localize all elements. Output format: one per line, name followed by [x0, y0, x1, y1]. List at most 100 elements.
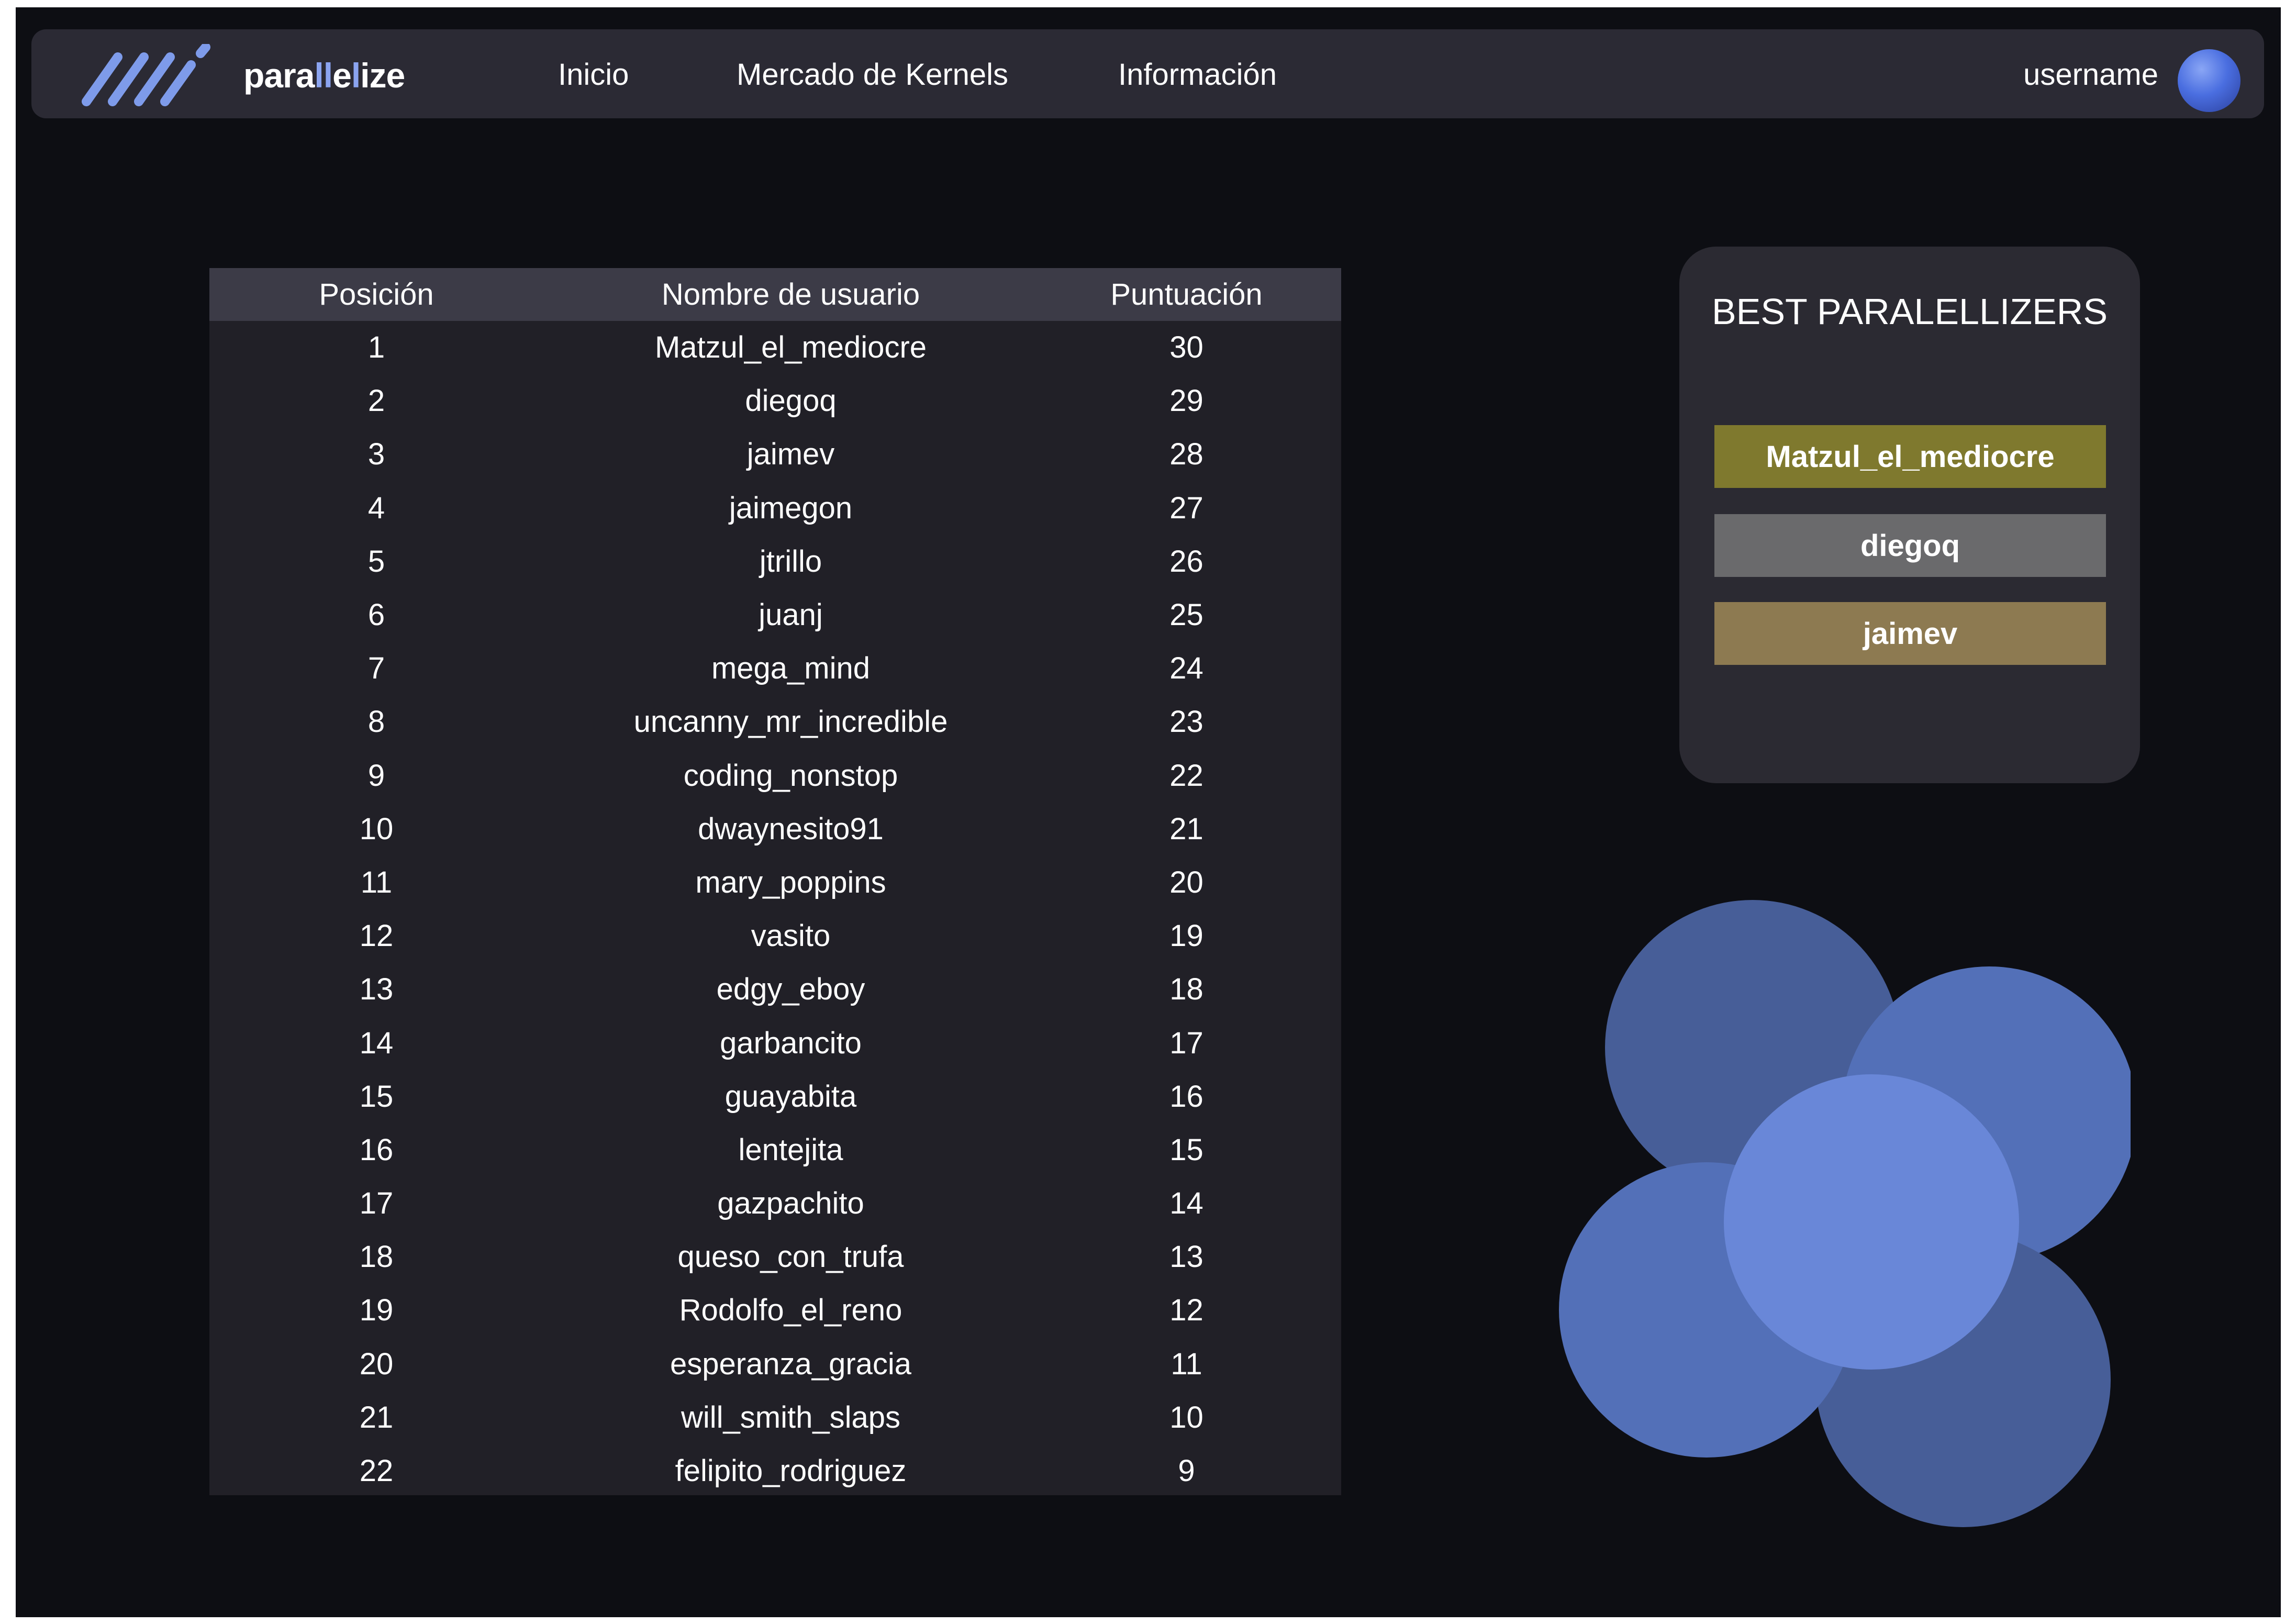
table-header-row: Posición Nombre de usuario Puntuación [209, 268, 1341, 321]
cell-score: 15 [1169, 1132, 1203, 1167]
cell-username: gazpachito [717, 1186, 864, 1221]
cell-position: 18 [359, 1240, 394, 1274]
cell-score: 18 [1169, 972, 1203, 1007]
header-position: Posición [319, 277, 434, 312]
cell-username: diegoq [745, 384, 837, 418]
cell-username: jaimev [746, 437, 835, 472]
cell-score: 21 [1169, 811, 1203, 846]
cell-position: 1 [367, 330, 385, 365]
table-row: 2 diegoq 29 [209, 374, 1341, 428]
cell-position: 13 [359, 972, 394, 1007]
table-row: 7 mega_mind 24 [209, 642, 1341, 695]
table-row: 16 lentejita 15 [209, 1124, 1341, 1177]
table-row: 17 gazpachito 14 [209, 1177, 1341, 1230]
brand-logo[interactable]: parallelize [81, 44, 405, 106]
table-row: 4 jaimegon 27 [209, 482, 1341, 535]
cell-score: 26 [1169, 544, 1203, 579]
table-row: 11 mary_poppins 20 [209, 856, 1341, 909]
cell-username: felipito_rodriguez [675, 1454, 907, 1488]
cell-username: Rodolfo_el_reno [679, 1293, 902, 1328]
cell-score: 9 [1178, 1454, 1195, 1488]
table-row: 6 juanj 25 [209, 588, 1341, 642]
cell-username: mega_mind [711, 651, 871, 686]
nav-link-inicio[interactable]: Inicio [558, 57, 629, 93]
header-username: Nombre de usuario [661, 277, 920, 312]
cell-username: juanj [759, 598, 823, 632]
brand-name-accent-2: l [351, 56, 361, 95]
cell-position: 9 [367, 758, 385, 793]
cell-username: jaimegon [729, 491, 853, 525]
table-row: 3 jaimev 28 [209, 428, 1341, 481]
cell-score: 25 [1169, 598, 1203, 632]
cell-position: 10 [359, 811, 394, 846]
table-row: 21 will_smith_slaps 10 [209, 1391, 1341, 1444]
nav-link-mercado-de-kernels[interactable]: Mercado de Kernels [737, 57, 1008, 93]
table-row: 9 coding_nonstop 22 [209, 749, 1341, 803]
cell-position: 7 [367, 651, 385, 686]
cell-username: jtrillo [759, 544, 822, 579]
username-label[interactable]: username [2023, 57, 2158, 93]
cell-username: vasito [751, 919, 831, 953]
table-row: 19 Rodolfo_el_reno 12 [209, 1284, 1341, 1337]
table-row: 22 felipito_rodriguez 9 [209, 1444, 1341, 1498]
cell-username: coding_nonstop [683, 758, 898, 793]
table-row: 5 jtrillo 26 [209, 535, 1341, 588]
cell-score: 11 [1171, 1347, 1202, 1381]
overlapping-circles-icon [1559, 900, 2131, 1527]
cell-position: 16 [359, 1132, 394, 1167]
cell-username: garbancito [720, 1026, 862, 1060]
cell-username: guayabita [724, 1079, 857, 1114]
cell-score: 24 [1169, 651, 1203, 686]
cell-score: 19 [1169, 919, 1203, 953]
app-window: parallelize Inicio Mercado de Kernels In… [16, 7, 2281, 1617]
cell-position: 8 [367, 705, 385, 739]
cell-position: 5 [367, 544, 385, 579]
cell-username: esperanza_gracia [670, 1347, 912, 1381]
brand-name-mid: e [332, 56, 352, 95]
cell-username: will_smith_slaps [681, 1400, 901, 1434]
cell-position: 14 [359, 1026, 394, 1060]
cell-score: 27 [1169, 491, 1203, 525]
table-row: 8 uncanny_mr_incredible 23 [209, 695, 1341, 749]
leaderboard-table: Posición Nombre de usuario Puntuación 1 M… [209, 268, 1341, 1495]
cell-username: edgy_eboy [716, 972, 865, 1007]
cell-position: 17 [359, 1186, 394, 1221]
cell-position: 11 [360, 865, 393, 899]
table-row: 1 Matzul_el_mediocre 30 [209, 321, 1341, 374]
cell-position: 3 [367, 437, 385, 472]
silver-winner-badge[interactable]: diegoq [1714, 514, 2106, 577]
cell-position: 22 [359, 1454, 394, 1488]
cell-username: Matzul_el_mediocre [654, 330, 927, 365]
cell-score: 14 [1169, 1186, 1203, 1221]
cell-position: 12 [359, 919, 394, 953]
parallel-lines-icon [82, 44, 210, 106]
gold-winner-badge[interactable]: Matzul_el_mediocre [1714, 425, 2106, 488]
cell-score: 13 [1169, 1240, 1203, 1274]
cell-username: mary_poppins [695, 865, 886, 899]
cell-score: 10 [1169, 1400, 1203, 1434]
cell-score: 28 [1169, 437, 1203, 472]
cell-username: dwaynesito91 [698, 811, 884, 846]
table-row: 12 vasito 19 [209, 909, 1341, 963]
bronze-winner-badge[interactable]: jaimev [1714, 602, 2106, 665]
cell-position: 2 [367, 384, 385, 418]
cell-position: 6 [367, 598, 385, 632]
brand-name: parallelize [243, 55, 405, 95]
best-panel-title: BEST PARALELLIZERS [1711, 291, 2108, 332]
brand-name-suffix: ize [360, 56, 405, 95]
cell-position: 19 [359, 1293, 394, 1328]
user-avatar-icon[interactable] [2178, 49, 2241, 112]
table-row: 18 queso_con_trufa 13 [209, 1230, 1341, 1284]
cell-score: 17 [1169, 1026, 1203, 1060]
cell-score: 20 [1169, 865, 1203, 899]
table-row: 20 esperanza_gracia 11 [209, 1338, 1341, 1391]
cell-position: 20 [359, 1347, 394, 1381]
nav-link-informacion[interactable]: Información [1118, 57, 1277, 93]
cell-score: 23 [1169, 705, 1203, 739]
table-row: 14 garbancito 17 [209, 1016, 1341, 1070]
cell-score: 29 [1169, 384, 1203, 418]
table-row: 10 dwaynesito91 21 [209, 803, 1341, 856]
cell-position: 4 [367, 491, 385, 525]
cell-username: uncanny_mr_incredible [633, 705, 948, 739]
cell-score: 22 [1169, 758, 1203, 793]
